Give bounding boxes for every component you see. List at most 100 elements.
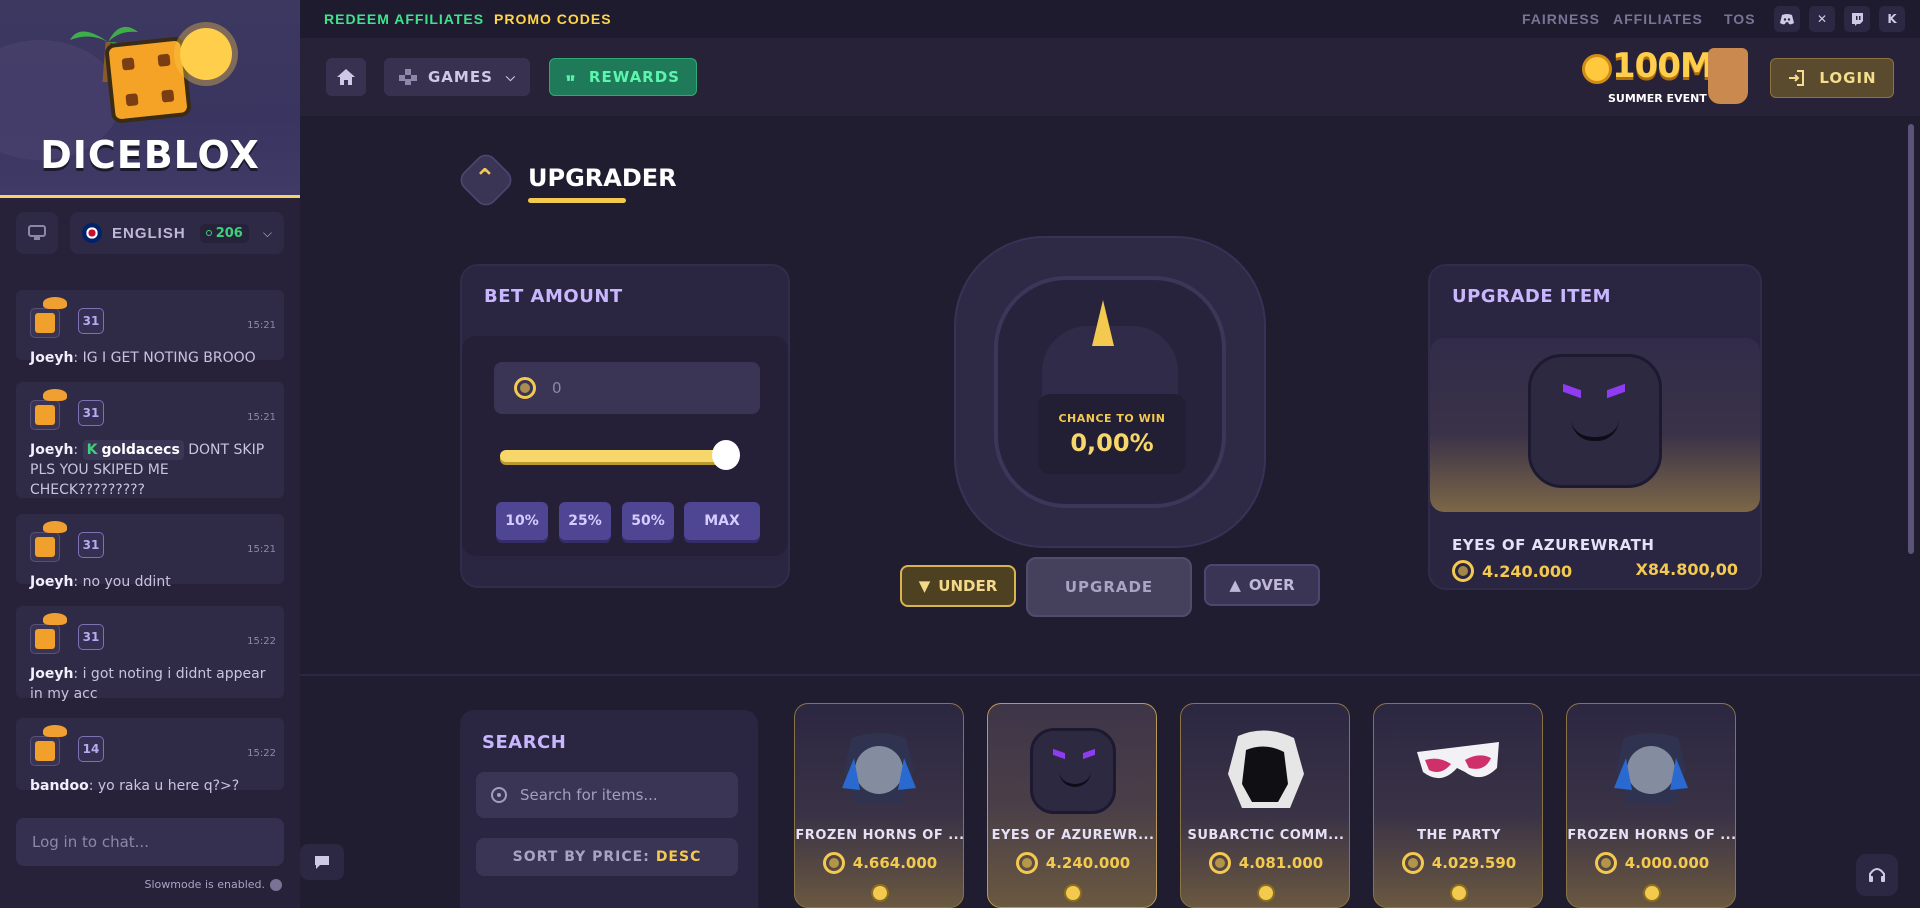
tos-link[interactable]: TOS (1724, 11, 1756, 27)
chat-placeholder: Log in to chat... (32, 833, 149, 851)
rarity-badge-icon (1257, 884, 1275, 902)
promo-codes-link[interactable]: PROMO CODES (494, 11, 612, 27)
item-card-selected[interactable]: EYES OF AZUREWR... 4.240.000 (987, 703, 1157, 908)
x-icon[interactable]: ✕ (1809, 6, 1835, 32)
twitch-icon[interactable] (1844, 6, 1870, 32)
under-label: UNDER (938, 577, 998, 595)
chevron-down-icon: ⌵ (505, 69, 516, 84)
rewards-button[interactable]: REWARDS (549, 58, 697, 96)
bet-amount-value: 0 (552, 379, 562, 397)
top-bar: REDEEM AFFILIATES PROMO CODES FAIRNESS A… (300, 0, 1920, 38)
chevron-up-icon: ▲ (1229, 576, 1241, 594)
sort-by-price-button[interactable]: SORT BY PRICE: DESC (476, 838, 738, 876)
scrollbar[interactable] (1908, 124, 1914, 554)
language-label: ENGLISH (112, 224, 186, 242)
headset-icon (1869, 868, 1885, 882)
level-badge: 31 (78, 308, 104, 334)
rarity-badge-icon (1450, 884, 1468, 902)
chat-message: 31 15:21 Joeyh: no you ddint (16, 514, 284, 590)
item-card[interactable]: FROZEN HORNS OF ... 4.000.000 (1566, 703, 1736, 908)
avatar (30, 389, 67, 430)
section-divider (300, 674, 1920, 676)
item-price: 4.664.000 (795, 852, 963, 874)
chat-rules-button[interactable] (16, 212, 58, 254)
gamepad-icon (399, 69, 417, 85)
item-name: EYES OF AZUREWR... (991, 828, 1155, 843)
chat-input[interactable]: Log in to chat... (16, 818, 284, 866)
info-icon[interactable] (270, 878, 282, 891)
chat-toggle-button[interactable] (300, 844, 344, 880)
chance-value: 0,00% (1070, 429, 1154, 457)
search-placeholder: Search for items... (520, 786, 658, 804)
brand-wordmark: DICEBLOX (40, 133, 260, 177)
avatar (30, 297, 67, 338)
bet-10-percent-button[interactable]: 10% (496, 502, 548, 540)
item-card[interactable]: SUBARCTIC COMM... 4.081.000 (1180, 703, 1350, 908)
bet-slider-handle[interactable] (712, 440, 741, 470)
coin-icon (1401, 852, 1424, 874)
gift-icon (566, 75, 575, 81)
search-input[interactable]: Search for items... (476, 772, 738, 818)
diceblox-logo[interactable]: DICEBLOX (0, 0, 300, 198)
games-label: GAMES (428, 68, 493, 86)
mention-tag[interactable]: Kgoldacecs (82, 440, 184, 460)
message-text: bandoo: yo raka u here q?>? (30, 778, 240, 794)
language-selector[interactable]: ENGLISH 206 ⌵ (70, 212, 284, 254)
item-name: SUBARCTIC COMM... (1187, 828, 1345, 843)
upgrade-item-title: UPGRADE ITEM (1452, 286, 1612, 307)
chevrons-up-icon: ⌃ (474, 164, 496, 194)
nav-bar: GAMES ⌵ REWARDS 100M SUMMER EVENT LOGIN (300, 38, 1920, 116)
message-text: Joeyh: Kgoldacecs DONT SKIP PLS YOU SKIP… (30, 440, 265, 498)
frozen-horns-icon (842, 733, 916, 804)
rarity-badge-icon (1643, 884, 1661, 902)
chat-message: 31 15:21 Joeyh: IG I GET NOTING BROOO (16, 290, 284, 366)
upgrade-dial: CHANCE TO WIN 0,00% (954, 236, 1266, 548)
upgrade-button[interactable]: UPGRADE (1026, 557, 1192, 617)
bet-amount-input[interactable]: 0 (494, 362, 760, 414)
the-party-glasses-icon (1417, 742, 1499, 779)
summer-event-banner[interactable]: 100M SUMMER EVENT (1582, 42, 1758, 110)
item-card[interactable]: THE PARTY 4.029.590 (1373, 703, 1543, 908)
bet-25-percent-button[interactable]: 25% (559, 502, 611, 540)
bet-slider-track[interactable] (500, 450, 738, 462)
affiliates-link[interactable]: AFFILIATES (1613, 11, 1703, 27)
login-button[interactable]: LOGIN (1770, 58, 1894, 98)
chance-label: CHANCE TO WIN (1058, 412, 1166, 425)
coin-icon (514, 377, 536, 399)
level-badge: 31 (78, 400, 104, 426)
chevron-down-icon: ⌵ (262, 225, 272, 240)
rarity-badge-icon (1064, 884, 1082, 902)
coin-icon (1015, 852, 1038, 874)
under-button[interactable]: ▼ UNDER (900, 565, 1016, 607)
discord-icon[interactable] (1774, 6, 1800, 32)
coin-icon (822, 852, 845, 874)
chat-message: 31 15:22 Joeyh: i got noting i didnt app… (16, 606, 284, 702)
games-dropdown[interactable]: GAMES ⌵ (384, 58, 530, 96)
kick-icon: K (86, 442, 98, 458)
redeem-affiliates-link[interactable]: REDEEM AFFILIATES (324, 11, 484, 27)
avatar (30, 613, 67, 654)
message-text: Joeyh: IG I GET NOTING BROOO (30, 350, 256, 366)
upgrade-item-panel: UPGRADE ITEM EYES OF AZUREWRATH 4.240.00… (1428, 264, 1762, 590)
dial-needle (1092, 300, 1114, 346)
message-text: Joeyh: no you ddint (30, 574, 171, 590)
rarity-badge-icon (871, 884, 889, 902)
home-button[interactable] (326, 58, 366, 96)
over-button[interactable]: ▲ OVER (1204, 564, 1320, 606)
fairness-link[interactable]: FAIRNESS (1522, 11, 1600, 27)
message-time: 15:21 (247, 320, 276, 331)
event-amount: 100M (1612, 46, 1714, 86)
support-button[interactable] (1856, 854, 1898, 896)
dice-icon (104, 36, 192, 124)
coin-icon (1594, 852, 1617, 874)
item-price: 4.029.590 (1374, 852, 1542, 874)
bet-max-button[interactable]: MAX (684, 502, 760, 540)
upgrade-item-name: EYES OF AZUREWRATH (1452, 536, 1655, 554)
message-text: Joeyh: i got noting i didnt appear in my… (30, 666, 266, 702)
kick-icon[interactable]: K (1879, 6, 1905, 32)
item-card[interactable]: FROZEN HORNS OF ... 4.664.000 (794, 703, 964, 908)
upgrade-item-image[interactable] (1430, 338, 1760, 512)
subarctic-hood-icon (1228, 730, 1304, 808)
chat-bubble-icon (315, 856, 329, 869)
bet-50-percent-button[interactable]: 50% (622, 502, 674, 540)
